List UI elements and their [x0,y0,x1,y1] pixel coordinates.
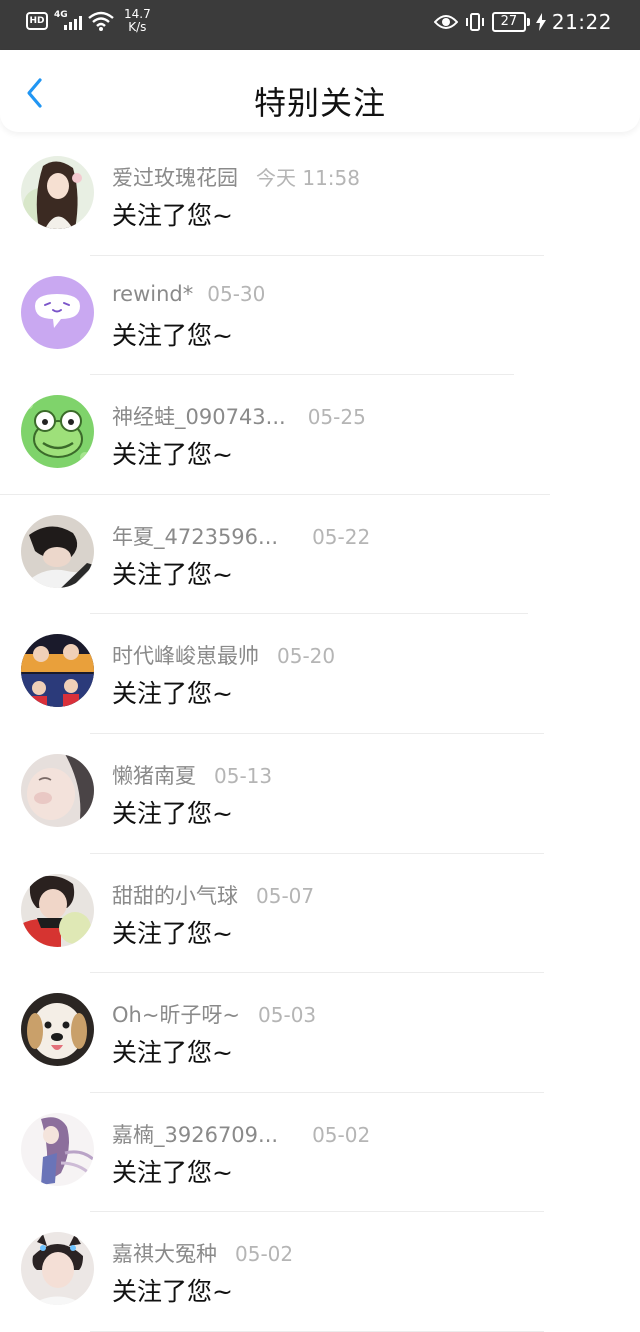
follow-time: 05-07 [256,883,315,908]
avatar[interactable] [21,873,94,947]
follow-time: 今天 11:58 [256,166,360,190]
follow-message: 关注了您~ [112,559,233,589]
user-name[interactable]: 懒猪南夏 [112,760,196,790]
user-name[interactable]: 嘉祺大冤种 [112,1238,217,1268]
list-item[interactable]: 嘉楠_3926709... 05-02 关注了您~ [0,1093,640,1213]
follow-message: 关注了您~ [112,320,233,350]
follow-time: 05-25 [307,405,366,430]
avatar[interactable] [21,634,94,708]
list-item[interactable]: 懒猪南夏 05-13 关注了您~ [0,734,640,854]
avatar-image [21,753,94,827]
name-line: 甜甜的小气球 05-07 [112,880,314,910]
name-line: 爱过玫瑰花园 今天 11:58 [112,162,360,192]
follow-message: 关注了您~ [112,798,233,828]
list-item[interactable]: 时代峰峻崽最帅 05-20 关注了您~ [0,614,640,734]
avatar[interactable] [21,1112,94,1186]
user-name[interactable]: 嘉楠_3926709... [112,1119,278,1149]
name-line: 嘉楠_3926709... 05-02 [112,1119,370,1149]
list-item[interactable]: Oh~昕子呀~ 05-03 关注了您~ [0,973,640,1093]
vibrate-icon [465,13,484,31]
list-item[interactable]: 爱过玫瑰花园 今天 11:58 关注了您~ [0,136,640,256]
eye-icon [433,15,458,29]
status-bar: HD 4G 14.7 K/s 27 21:22 [0,0,640,50]
avatar-image [21,514,94,588]
list-item[interactable]: 嘉祺大冤种 05-02 关注了您~ [0,1212,640,1332]
avatar[interactable] [21,993,94,1067]
page-title: 特别关注 [253,84,386,122]
list-item[interactable]: 甜甜的小气球 05-07 关注了您~ [0,854,640,974]
follow-message: 关注了您~ [112,1277,233,1307]
clock: 21:22 [551,10,612,34]
user-name[interactable]: 年夏_4723596... [112,521,278,551]
battery-icon: 27 [491,12,530,32]
follow-message: 关注了您~ [112,1157,233,1187]
user-name[interactable]: rewind* [112,282,193,306]
list-item[interactable]: 年夏_4723596... 05-22 关注了您~ [0,495,640,615]
name-line: Oh~昕子呀~ 05-03 [112,999,316,1029]
avatar[interactable] [21,275,94,349]
name-line: 年夏_4723596... 05-22 [112,521,370,551]
follow-message: 关注了您~ [112,679,233,709]
user-name[interactable]: 时代峰峻崽最帅 [112,640,259,670]
avatar-image [21,156,94,229]
avatar-image [21,993,94,1067]
avatar-image [21,873,94,947]
follow-time: 05-22 [312,524,371,549]
follow-time: 05-30 [207,281,266,306]
follow-message: 关注了您~ [112,201,233,230]
avatar-image [21,1112,94,1186]
avatar[interactable] [21,753,94,827]
name-line: 神经蛙_090743... 05-25 [112,401,366,431]
network-speed: 14.7 K/s [124,8,151,34]
avatar-image [21,1232,94,1306]
user-name[interactable]: 甜甜的小气球 [112,880,238,910]
follow-time: 05-02 [235,1242,294,1267]
name-line: 时代峰峻崽最帅 05-20 [112,640,335,670]
avatar[interactable] [21,395,94,469]
follow-message: 关注了您~ [112,440,233,470]
avatar[interactable] [21,1232,94,1306]
status-left: HD 4G 14.7 K/s [26,8,151,34]
avatar[interactable] [21,514,94,588]
status-right: 27 21:22 [433,10,612,34]
avatar-image [21,395,94,469]
signal-icon: 4G [54,10,82,32]
charging-bolt-icon [535,13,546,31]
user-name[interactable]: 神经蛙_090743... [112,401,286,431]
speed-unit: K/s [128,20,147,34]
avatar[interactable] [21,156,94,229]
avatar-image [21,275,94,349]
user-name[interactable]: 爱过玫瑰花园 [112,162,238,192]
list-item[interactable]: 神经蛙_090743... 05-25 关注了您~ [0,375,640,495]
user-name[interactable]: Oh~昕子呀~ [112,999,240,1029]
avatar-image [21,634,94,708]
follow-message: 关注了您~ [112,918,233,948]
hd-badge: HD [26,12,48,30]
follow-time: 05-13 [214,763,273,788]
name-line: rewind* 05-30 [112,282,265,306]
follow-list: 爱过玫瑰花园 今天 11:58 关注了您~ rewind* 05-30 关注了您… [0,136,640,1332]
follow-time: 05-02 [312,1122,371,1147]
follow-time: 05-03 [258,1003,317,1028]
follow-message: 关注了您~ [112,1038,233,1068]
name-line: 嘉祺大冤种 05-02 [112,1238,293,1268]
wifi-icon [88,11,114,31]
title-bar: 特别关注 [0,50,640,132]
list-item[interactable]: rewind* 05-30 关注了您~ [0,256,640,376]
follow-time: 05-20 [277,644,336,669]
name-line: 懒猪南夏 05-13 [112,760,272,790]
